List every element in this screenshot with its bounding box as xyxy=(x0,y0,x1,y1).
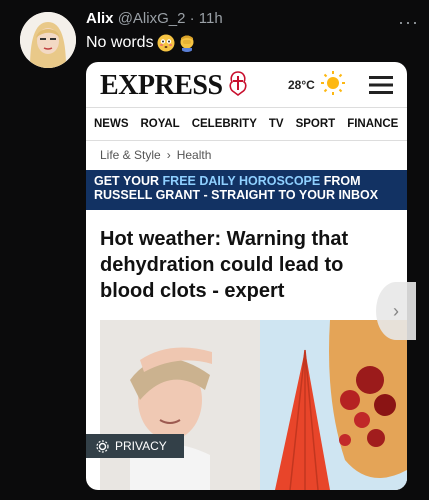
banner-text-c: FROM xyxy=(323,174,361,188)
tweet-header: Alix @AlixG_2 · 11h xyxy=(86,10,223,27)
avatar[interactable] xyxy=(20,12,76,68)
sun-icon xyxy=(321,71,345,95)
nav-item-news[interactable]: NEWS xyxy=(94,118,129,130)
avatar-image xyxy=(20,12,76,68)
article-headline[interactable]: Hot weather: Warning that dehydration co… xyxy=(100,226,395,304)
privacy-label: PRIVACY xyxy=(115,439,167,453)
more-options-icon[interactable]: ··· xyxy=(398,12,419,33)
flushed-face-icon xyxy=(157,34,175,52)
breadcrumb: Life & Style › Health xyxy=(100,148,211,162)
breadcrumb-health[interactable]: Health xyxy=(177,148,212,162)
banner-text-line2: RUSSELL GRANT - STRAIGHT TO YOUR INBOX xyxy=(94,188,379,202)
breadcrumb-life-style[interactable]: Life & Style xyxy=(100,148,161,162)
nav-item-sport[interactable]: SPORT xyxy=(296,118,336,130)
facepalm-icon xyxy=(180,35,194,52)
crusader-crest-icon xyxy=(229,71,247,96)
site-header: EXPRESS 28°C xyxy=(86,62,407,107)
tweet-text-content: No words xyxy=(86,34,154,51)
gear-icon xyxy=(96,439,109,453)
banner-highlight: FREE DAILY HOROSCOPE xyxy=(162,174,321,188)
chevron-right-icon: › xyxy=(393,300,399,321)
nav-item-tv[interactable]: TV xyxy=(269,118,284,130)
nav-item-celebrity[interactable]: CELEBRITY xyxy=(192,118,257,130)
express-logo[interactable]: EXPRESS xyxy=(100,70,223,102)
next-arrow-button[interactable]: › xyxy=(376,282,416,340)
article-image xyxy=(100,320,407,490)
temperature-readout: 28°C xyxy=(288,78,315,92)
nav-item-royal[interactable]: ROYAL xyxy=(141,118,180,130)
privacy-button[interactable]: PRIVACY xyxy=(86,434,184,458)
banner-text-a: GET YOUR xyxy=(94,174,160,188)
article-card[interactable]: EXPRESS 28°C NEWS ROYAL CELEBRITY TV SPO… xyxy=(86,62,407,490)
chevron-right-icon: › xyxy=(166,148,171,162)
hamburger-menu-icon[interactable] xyxy=(368,74,394,96)
section-nav: NEWS ROYAL CELEBRITY TV SPORT FINANCE xyxy=(86,107,407,141)
tweet-text: No words xyxy=(86,34,196,52)
author-name[interactable]: Alix xyxy=(86,10,114,27)
horoscope-banner[interactable]: GET YOUR FREE DAILY HOROSCOPE FROM RUSSE… xyxy=(86,170,407,210)
tweet-timestamp[interactable]: 11h xyxy=(199,10,223,27)
author-handle[interactable]: @AlixG_2 xyxy=(118,10,186,27)
nav-item-finance[interactable]: FINANCE xyxy=(347,118,398,130)
